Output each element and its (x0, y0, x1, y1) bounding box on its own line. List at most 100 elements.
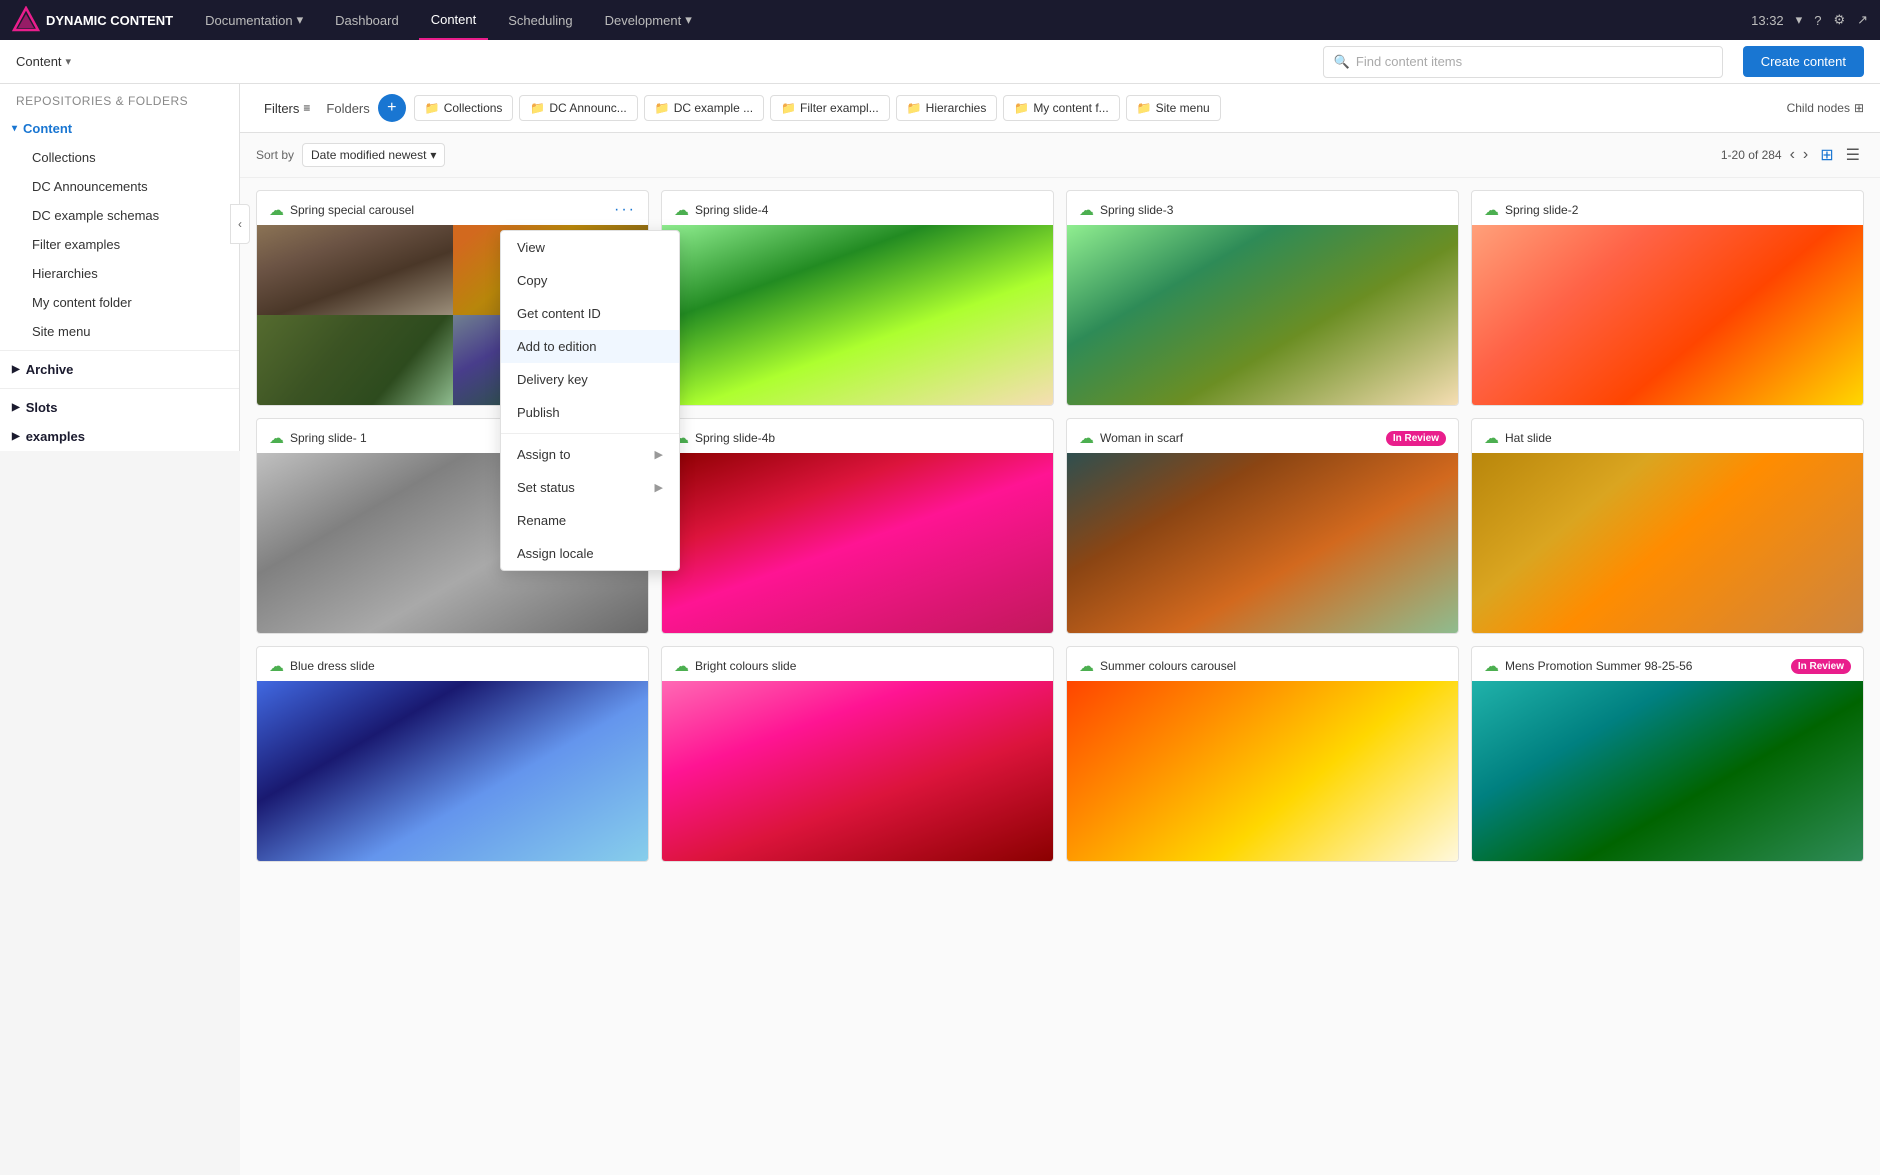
content-card-spring-slide3[interactable]: ☁ Spring slide-3 (1066, 190, 1459, 406)
chevron-down-icon: ▾ (12, 123, 17, 134)
content-card-spring-slide4b[interactable]: ☁ Spring slide-4b (661, 418, 1054, 634)
add-folder-button[interactable]: + (378, 94, 406, 122)
cloud-icon: ☁ (269, 201, 284, 219)
sidebar-item-my-content-folder[interactable]: My content folder (0, 288, 239, 317)
help-icon[interactable]: ? (1814, 13, 1821, 28)
pagination-prev[interactable]: ‹ (1790, 146, 1795, 164)
content-card-hat-slide[interactable]: ☁ Hat slide (1471, 418, 1864, 634)
cloud-icon: ☁ (1484, 429, 1499, 447)
sidebar-item-filter-examples[interactable]: Filter examples (0, 230, 239, 259)
child-nodes-label: Child nodes (1787, 101, 1850, 115)
content-nav-item[interactable]: Content ▾ (16, 54, 71, 69)
sidebar-item-dc-example[interactable]: DC example schemas (0, 201, 239, 230)
grid-view-button[interactable]: ⊞ (1816, 143, 1837, 167)
chevron-down-icon: ▾ (66, 55, 72, 68)
cloud-icon: ☁ (269, 657, 284, 675)
folder-icon: 📁 (907, 101, 922, 115)
ctx-item-add-to-edition[interactable]: Add to edition (501, 330, 679, 363)
folder-tab-site-menu[interactable]: 📁 Site menu (1126, 95, 1221, 121)
ctx-item-assign-to[interactable]: Assign to ▶ (501, 438, 679, 471)
user-icon[interactable]: ↗ (1857, 12, 1868, 28)
create-content-button[interactable]: Create content (1743, 46, 1864, 77)
ctx-item-rename[interactable]: Rename (501, 504, 679, 537)
sidebar-item-dc-announcements[interactable]: DC Announcements (0, 172, 239, 201)
sidebar-item-content[interactable]: ▾ Content (0, 114, 239, 143)
content-card-woman-scarf[interactable]: ☁ Woman in scarf In Review (1066, 418, 1459, 634)
sidebar-site-menu-label: Site menu (32, 324, 91, 339)
chevron-right-icon: ▶ (12, 402, 20, 413)
content-card-mens-promotion[interactable]: ☁ Mens Promotion Summer 98-25-56 In Revi… (1471, 646, 1864, 862)
sort-bar: Sort by Date modified newest ▾ 1-20 of 2… (240, 133, 1880, 178)
folder-tab-my-content[interactable]: 📁 My content f... (1003, 95, 1119, 121)
card-header: ☁ Spring slide-4 (662, 191, 1053, 225)
folder-tab-dc-announcements[interactable]: 📁 DC Announc... (519, 95, 637, 121)
ctx-item-set-status[interactable]: Set status ▶ (501, 471, 679, 504)
ctx-add-to-edition-label: Add to edition (517, 339, 597, 354)
sidebar-item-hierarchies[interactable]: Hierarchies (0, 259, 239, 288)
top-navigation: DYNAMIC CONTENT Documentation ▾ Dashboar… (0, 0, 1880, 40)
ctx-item-get-content-id[interactable]: Get content ID (501, 297, 679, 330)
search-bar[interactable]: 🔍 Find content items (1323, 46, 1723, 78)
sidebar-archive-label: Archive (26, 362, 74, 377)
nav-content[interactable]: Content (419, 0, 489, 40)
cloud-icon: ☁ (1484, 657, 1499, 675)
card-image (1472, 681, 1863, 861)
folder-icon: 📁 (1137, 101, 1152, 115)
folder-tab-hierarchies[interactable]: 📁 Hierarchies (896, 95, 998, 121)
folder-icon: 📁 (425, 101, 440, 115)
folder-tab-filter-examples[interactable]: 📁 Filter exampl... (770, 95, 890, 121)
filters-button[interactable]: Filters ≡ (256, 97, 318, 120)
view-toggles: ⊞ ☰ (1816, 143, 1864, 167)
sub-header: Content ▾ 🔍 Find content items Create co… (0, 40, 1880, 84)
folder-tab-label: My content f... (1033, 101, 1108, 115)
content-card-spring-slide2[interactable]: ☁ Spring slide-2 (1471, 190, 1864, 406)
sidebar-item-site-menu[interactable]: Site menu (0, 317, 239, 346)
folder-tab-label: DC Announc... (549, 101, 626, 115)
ctx-item-copy[interactable]: Copy (501, 264, 679, 297)
ctx-delivery-key-label: Delivery key (517, 372, 588, 387)
child-nodes-button[interactable]: Child nodes ⊞ (1787, 101, 1864, 115)
card-header: ☁ Spring slide-3 (1067, 191, 1458, 225)
cloud-icon: ☁ (1079, 429, 1094, 447)
folder-tab-collections[interactable]: 📁 Collections (414, 95, 514, 121)
sidebar-collapse-button[interactable]: ‹ (230, 204, 250, 244)
folder-tab-label: Hierarchies (926, 101, 987, 115)
list-view-button[interactable]: ☰ (1842, 143, 1864, 167)
settings-icon[interactable]: ⚙ (1833, 12, 1845, 28)
sidebar-hierarchies-label: Hierarchies (32, 266, 98, 281)
folder-icon: 📁 (1014, 101, 1029, 115)
nav-scheduling[interactable]: Scheduling (496, 0, 584, 40)
sidebar-item-collections[interactable]: Collections (0, 143, 239, 172)
folder-tab-dc-example[interactable]: 📁 DC example ... (644, 95, 764, 121)
cloud-icon: ☁ (674, 201, 689, 219)
sort-select[interactable]: Date modified newest ▾ (302, 143, 445, 167)
card-image (1067, 225, 1458, 405)
ctx-item-publish[interactable]: Publish (501, 396, 679, 429)
cloud-icon: ☁ (1079, 657, 1094, 675)
content-card-summer-carousel[interactable]: ☁ Summer colours carousel (1066, 646, 1459, 862)
sidebar-item-archive[interactable]: ▶ Archive (0, 355, 239, 384)
ctx-item-delivery-key[interactable]: Delivery key (501, 363, 679, 396)
card-title: Spring special carousel (290, 203, 614, 217)
nav-documentation[interactable]: Documentation ▾ (193, 0, 315, 40)
nav-development[interactable]: Development ▾ (593, 0, 704, 40)
ctx-item-assign-locale[interactable]: Assign locale (501, 537, 679, 570)
chevron-down-icon[interactable]: ▾ (1796, 12, 1803, 28)
filter-icon: ≡ (303, 101, 310, 115)
card-menu-button[interactable]: ··· (614, 201, 636, 219)
cloud-icon: ☁ (1484, 201, 1499, 219)
nav-dashboard[interactable]: Dashboard (323, 0, 411, 40)
ctx-item-view[interactable]: View (501, 231, 679, 264)
content-card-spring-slide4[interactable]: ☁ Spring slide-4 (661, 190, 1054, 406)
content-card-blue-dress[interactable]: ☁ Blue dress slide (256, 646, 649, 862)
sidebar-item-examples[interactable]: ▶ examples (0, 422, 239, 451)
app-logo[interactable]: DYNAMIC CONTENT (12, 6, 173, 34)
sort-label: Sort by (256, 148, 294, 162)
pagination-next[interactable]: › (1803, 146, 1808, 164)
sidebar-dc-example-label: DC example schemas (32, 208, 159, 223)
content-card-bright-colours[interactable]: ☁ Bright colours slide (661, 646, 1054, 862)
sidebar-item-slots[interactable]: ▶ Slots (0, 393, 239, 422)
submenu-arrow-icon: ▶ (655, 481, 663, 494)
folder-icon: 📁 (530, 101, 545, 115)
card-header: ☁ Blue dress slide (257, 647, 648, 681)
